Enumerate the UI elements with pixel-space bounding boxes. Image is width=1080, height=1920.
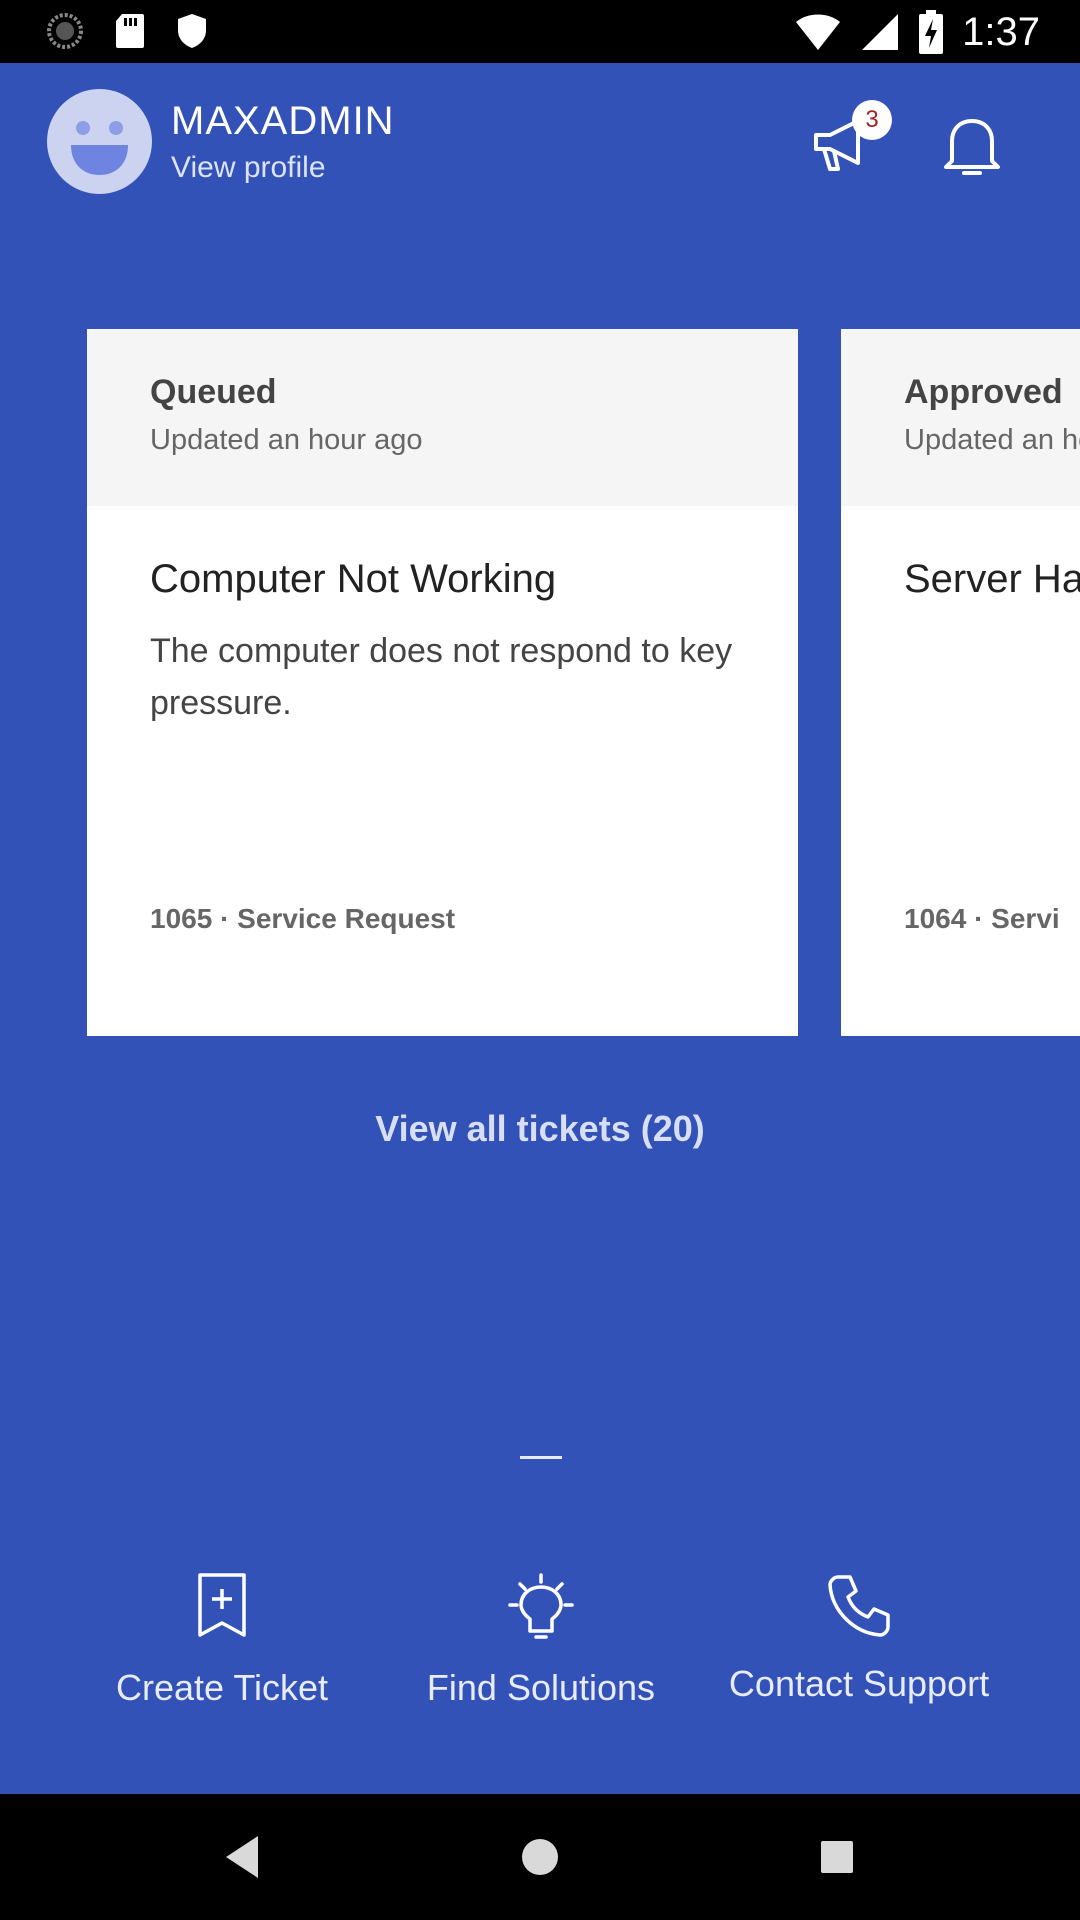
ticket-card-header: Approved Updated an hour ago [841,329,1080,506]
drawer-handle[interactable] [520,1456,562,1459]
ticket-status: Approved [904,373,1063,411]
battery-charging-icon [919,10,944,54]
ticket-card-header: Queued Updated an hour ago [87,329,798,506]
home-icon[interactable] [518,1832,562,1882]
sd-card-icon [116,14,144,48]
announcement-badge: 3 [852,100,892,140]
ticket-meta: 1065 · Service Request [150,903,456,934]
avatar[interactable] [47,89,152,194]
find-solutions-label: Find Solutions [426,1667,656,1708]
back-icon[interactable] [222,1832,262,1882]
create-ticket-button[interactable]: Create Ticket [62,1571,382,1709]
phone-icon [828,1575,890,1637]
ticket-title: Server Ha [904,557,1080,601]
recents-icon[interactable] [817,1832,857,1882]
contact-support-button[interactable]: Contact Support [699,1571,1019,1705]
status-time: 1:37 [962,10,1040,54]
ticket-card[interactable]: Approved Updated an hour ago Server Ha 1… [841,329,1080,1036]
create-ticket-label: Create Ticket [115,1667,329,1708]
ticket-updated: Updated an hour ago [904,424,1080,456]
status-bar: 1:37 [0,0,1080,63]
contact-support-label: Contact Support [728,1663,990,1704]
shield-icon [178,14,206,48]
status-right-icons: 1:37 [794,10,1040,54]
ticket-meta: 1064 · Servi [904,903,1060,934]
ticket-updated: Updated an hour ago [150,424,423,456]
lightbulb-icon [508,1573,574,1639]
cell-signal-icon [862,14,899,50]
find-solutions-button[interactable]: Find Solutions [381,1571,701,1709]
ticket-add-icon [198,1573,246,1637]
ticket-status: Queued [150,373,277,411]
username: MAXADMIN [171,99,395,143]
ticket-title: Computer Not Working [150,557,557,601]
wifi-icon [796,14,841,50]
smiley-face-icon [71,121,128,175]
status-left-icons [46,12,208,50]
ticket-description: The computer does not respond to key pre… [150,632,733,722]
loading-icon [47,13,83,49]
ticket-card[interactable]: Queued Updated an hour ago Computer Not … [87,329,798,1036]
bell-icon[interactable] [940,111,1004,181]
android-nav-bar [0,1794,1080,1920]
view-all-tickets-link[interactable]: View all tickets (20) [0,1108,1080,1150]
view-profile-link[interactable]: View profile [171,151,326,185]
app-screen: MAXADMIN View profile 3 Queued Updated a… [0,63,1080,1794]
